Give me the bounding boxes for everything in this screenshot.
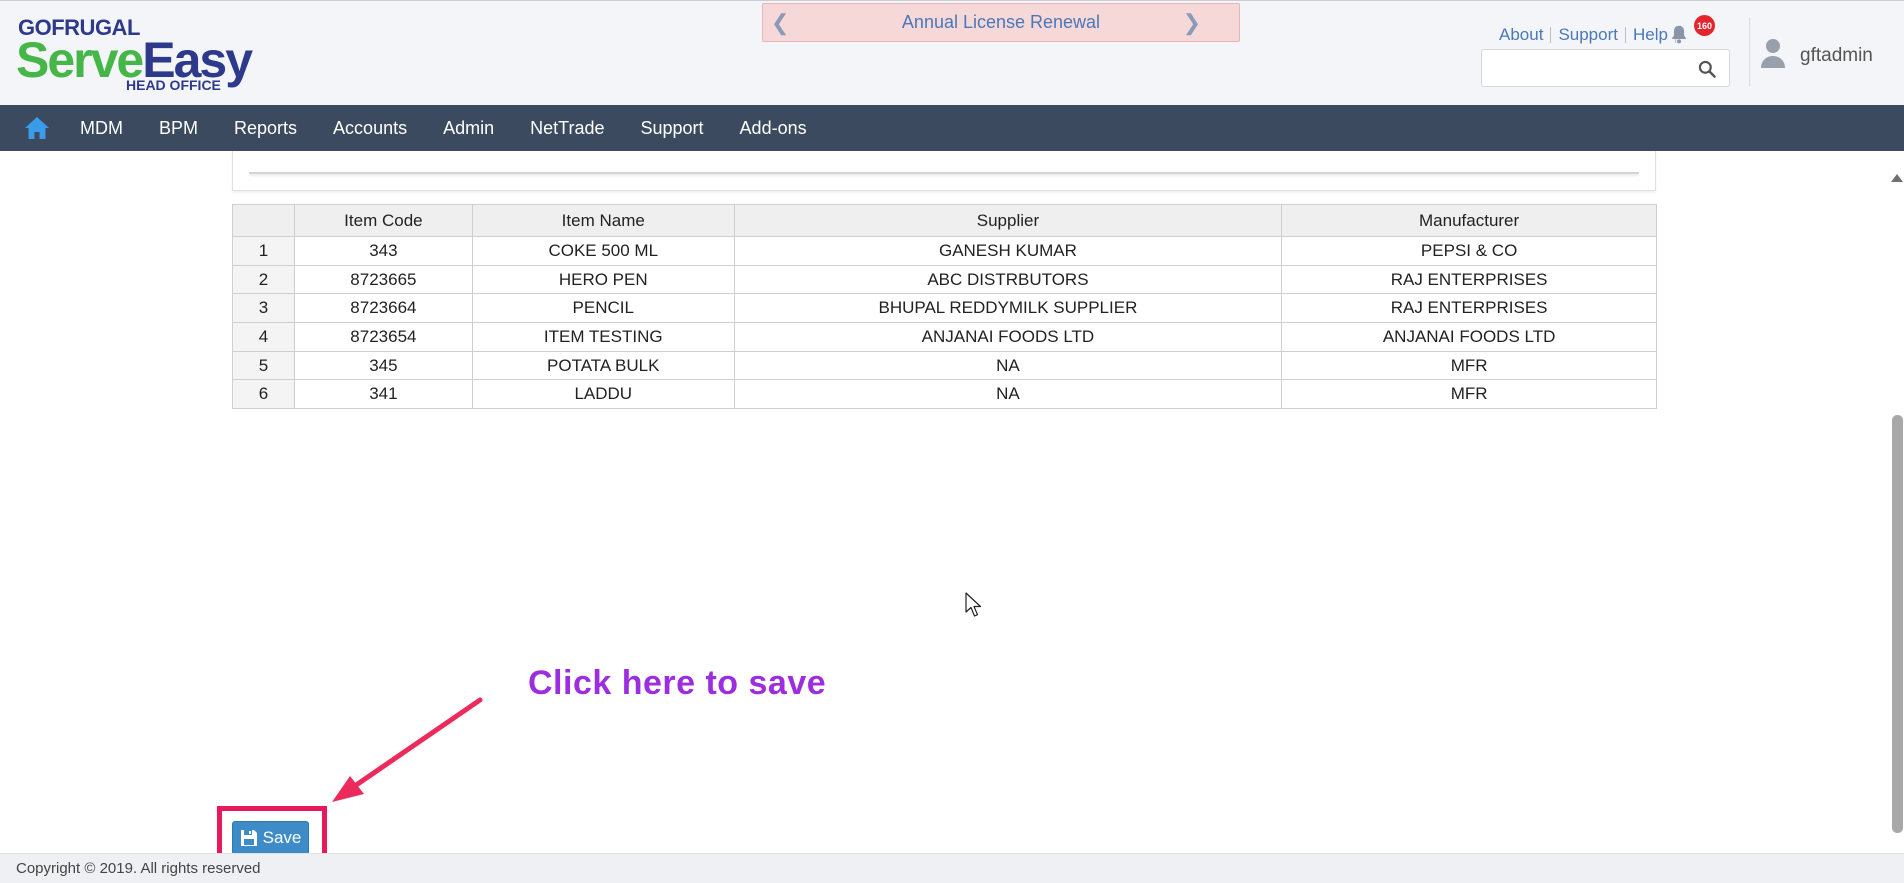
nav-item-admin[interactable]: Admin (425, 105, 512, 151)
row-index: 6 (232, 379, 295, 410)
row-index: 5 (232, 350, 295, 381)
item-name-cell: ITEM TESTING (471, 322, 735, 352)
table-row[interactable]: 3 8723664 PENCIL BHUPAL REDDYMILK SUPPLI… (232, 293, 1657, 324)
item-name-cell: COKE 500 ML (471, 236, 735, 266)
manufacturer-cell: PEPSI & CO (1281, 236, 1657, 266)
item-code-cell: 341 (293, 379, 473, 410)
column-header-item-code[interactable]: Item Code (293, 204, 473, 237)
supplier-cell: NA (733, 350, 1283, 381)
nav-item-bpm[interactable]: BPM (141, 105, 216, 151)
manufacturer-cell: RAJ ENTERPRISES (1281, 264, 1657, 295)
table-header-row: Item Code Item Name Supplier Manufacture… (232, 204, 1657, 237)
nav-item-mdm[interactable]: MDM (62, 105, 141, 151)
license-banner-text[interactable]: Annual License Renewal (902, 12, 1100, 33)
logo-subtitle: HEAD OFFICE (126, 77, 221, 93)
manufacturer-cell: RAJ ENTERPRISES (1281, 293, 1657, 324)
supplier-cell: BHUPAL REDDYMILK SUPPLIER (733, 293, 1283, 324)
table-row[interactable]: 6 341 LADDU NA MFR (232, 379, 1657, 410)
banner-prev-icon[interactable]: ❮ (771, 10, 789, 36)
notification-bell-icon[interactable] (1668, 23, 1690, 45)
column-header-manufacturer[interactable]: Manufacturer (1281, 204, 1657, 237)
row-index: 2 (232, 264, 295, 295)
annotation-arrow-icon (332, 697, 483, 802)
manufacturer-cell: MFR (1281, 379, 1657, 410)
form-panel-bottom (232, 151, 1656, 191)
item-code-cell: 8723654 (293, 322, 473, 352)
about-link[interactable]: About (1492, 25, 1550, 45)
user-avatar-icon[interactable] (1760, 37, 1786, 69)
logo-product-part1: Serve (16, 32, 144, 88)
app-header: GOFRUGAL ServeEasy HEAD OFFICE ❮ Annual … (0, 0, 1904, 105)
nav-item-addons[interactable]: Add-ons (722, 105, 825, 151)
nav-item-support[interactable]: Support (623, 105, 722, 151)
item-name-cell: POTATA BULK (471, 350, 735, 381)
main-nav: MDM BPM Reports Accounts Admin NetTrade … (0, 105, 1904, 151)
serveeasy-logo[interactable]: GOFRUGAL ServeEasy HEAD OFFICE (16, 15, 256, 93)
table-row[interactable]: 1 343 COKE 500 ML GANESH KUMAR PEPSI & C… (232, 236, 1657, 266)
table-row[interactable]: 2 8723665 HERO PEN ABC DISTRBUTORS RAJ E… (232, 264, 1657, 295)
supplier-cell: NA (733, 379, 1283, 410)
column-header-index (232, 204, 295, 237)
item-name-cell: PENCIL (471, 293, 735, 324)
item-code-cell: 345 (293, 350, 473, 381)
scrollbar-thumb[interactable] (1892, 415, 1903, 833)
search-box[interactable] (1481, 49, 1730, 87)
annotation-callout-text: Click here to save (528, 664, 827, 702)
item-code-cell: 8723664 (293, 293, 473, 324)
supplier-cell: GANESH KUMAR (733, 236, 1283, 266)
item-name-cell: HERO PEN (471, 264, 735, 295)
supplier-cell: ABC DISTRBUTORS (733, 264, 1283, 295)
search-input[interactable] (1490, 50, 1690, 84)
home-icon[interactable] (24, 115, 50, 141)
table-row[interactable]: 5 345 POTATA BULK NA MFR (232, 350, 1657, 381)
column-header-item-name[interactable]: Item Name (471, 204, 735, 237)
banner-next-icon[interactable]: ❯ (1183, 10, 1201, 36)
table-row[interactable]: 4 8723654 ITEM TESTING ANJANAI FOODS LTD… (232, 322, 1657, 352)
nav-item-reports[interactable]: Reports (216, 105, 315, 151)
item-code-cell: 343 (293, 236, 473, 266)
scroll-up-arrow-icon[interactable] (1891, 174, 1903, 182)
nav-item-accounts[interactable]: Accounts (315, 105, 425, 151)
row-index: 4 (232, 322, 295, 352)
license-banner[interactable]: ❮ Annual License Renewal ❯ (762, 3, 1240, 42)
items-table: Item Code Item Name Supplier Manufacture… (232, 204, 1657, 410)
top-links: About Support Help (1492, 25, 1676, 45)
nav-item-nettrade[interactable]: NetTrade (512, 105, 622, 151)
row-index: 3 (232, 293, 295, 324)
item-name-cell: LADDU (471, 379, 735, 410)
header-divider (1749, 17, 1750, 87)
page-footer: Copyright © 2019. All rights reserved (0, 853, 1904, 883)
search-icon[interactable] (1697, 59, 1717, 79)
panel-divider (249, 171, 1639, 174)
supplier-cell: ANJANAI FOODS LTD (733, 322, 1283, 352)
manufacturer-cell: MFR (1281, 350, 1657, 381)
username[interactable]: gftadmin (1800, 45, 1873, 67)
support-link[interactable]: Support (1551, 25, 1625, 45)
copyright-text: Copyright © 2019. All rights reserved (16, 860, 261, 877)
manufacturer-cell: ANJANAI FOODS LTD (1281, 322, 1657, 352)
notification-count-badge: 160 (1694, 15, 1715, 36)
item-code-cell: 8723665 (293, 264, 473, 295)
mouse-cursor-icon (965, 592, 982, 617)
row-index: 1 (232, 236, 295, 266)
column-header-supplier[interactable]: Supplier (733, 204, 1283, 237)
